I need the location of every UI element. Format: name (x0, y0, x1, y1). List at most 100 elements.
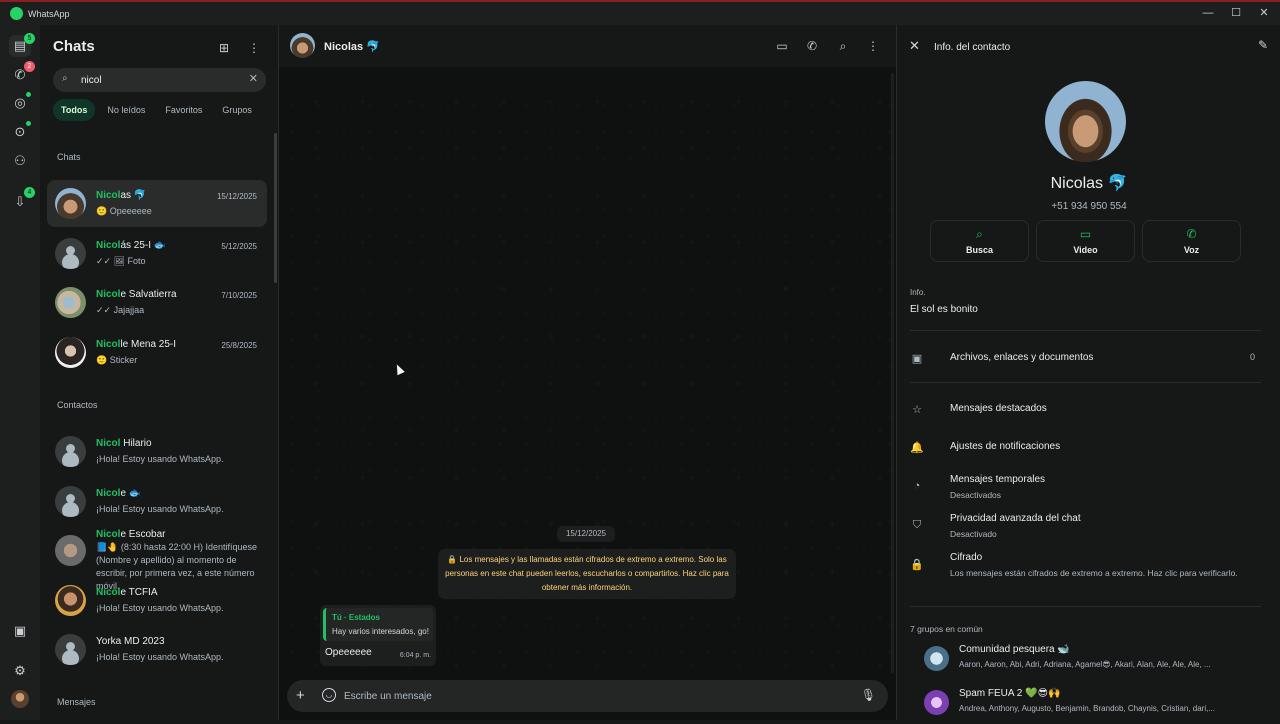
contact-row[interactable]: Nicole Escobar 📘🤚 (8:30 hasta 22:00 H) I… (47, 523, 267, 591)
search-icon: ⌕ (62, 73, 68, 84)
emoji-icon[interactable]: ◡ (322, 688, 336, 702)
avatar (55, 486, 86, 517)
message-bubble[interactable]: Tú · Estados Hay varios interesados, go!… (320, 605, 436, 666)
about-text: El sol es bonito (910, 304, 978, 315)
filter-unread[interactable]: No leídos (99, 99, 153, 121)
contact-about: ¡Hola! Estoy usando WhatsApp. (96, 652, 224, 662)
microphone-icon[interactable]: 🎙 (861, 688, 876, 702)
chat-row[interactable]: Nicolás 25-I 🐟 5/12/2025 ✓✓ 🖼 Foto (47, 230, 267, 277)
conversation-pane: Nicolas 🐬 ▭ ✆ ⌕ ⋮ 15/12/2025 🔒 Los mensa… (279, 25, 896, 720)
attach-plus-icon[interactable]: + (296, 687, 305, 705)
maximize-button[interactable]: ☐ (1222, 5, 1250, 21)
message-composer: + ◡ 🎙 (287, 680, 888, 712)
date-separator: 15/12/2025 (557, 526, 615, 542)
chat-list-scrollbar[interactable] (274, 133, 277, 283)
chat-preview: 🙂 Sticker (96, 355, 138, 365)
settings-gear-icon[interactable]: ⚙ (9, 660, 31, 682)
avatar (55, 585, 86, 616)
quoted-status[interactable]: Tú · Estados Hay varios interesados, go! (323, 608, 433, 641)
notifications-label: Ajustes de notificaciones (950, 441, 1061, 452)
status-dot (26, 92, 31, 97)
filter-groups[interactable]: Grupos (214, 99, 260, 121)
avatar (55, 634, 86, 665)
avatar (55, 436, 86, 467)
contact-row[interactable]: Nicole TCFIA ¡Hola! Estoy usando WhatsAp… (47, 577, 267, 624)
notification-settings-row[interactable]: 🔔 Ajustes de notificaciones (910, 441, 1261, 457)
chat-date: 7/10/2025 (221, 291, 257, 300)
search-button[interactable]: ⌕ Busca (930, 220, 1029, 262)
contact-row[interactable]: Nicole 🐟 ¡Hola! Estoy usando WhatsApp. (47, 478, 267, 525)
files-count: 0 (1249, 352, 1255, 362)
divider (910, 330, 1261, 331)
filter-chips: Todos No leídos Favoritos Grupos (53, 99, 260, 121)
avatar (55, 238, 86, 269)
clear-search-icon[interactable]: ✕ (249, 72, 258, 85)
filter-all[interactable]: Todos (53, 99, 96, 121)
contact-about: ¡Hola! Estoy usando WhatsApp. (96, 454, 224, 464)
search-icon: ⌕ (976, 227, 983, 241)
contact-about: ¡Hola! Estoy usando WhatsApp. (96, 603, 224, 613)
media-icon[interactable]: ▣ (9, 620, 31, 642)
conversation-title[interactable]: Nicolas 🐬 (324, 40, 380, 53)
contact-row[interactable]: Nicol Hilario ¡Hola! Estoy usando WhatsA… (47, 428, 267, 475)
profile-avatar[interactable] (11, 690, 29, 708)
advanced-privacy-row[interactable]: ⛉ Privacidad avanzada del chat Desactiva… (910, 513, 1261, 543)
files-label: Archivos, enlaces y documentos (950, 352, 1094, 363)
avatar[interactable] (290, 33, 315, 58)
chat-name: Nicole Salvatierra (96, 289, 177, 300)
search-button-label: Busca (965, 245, 993, 255)
timer-icon: ◔ (913, 480, 921, 492)
contact-row[interactable]: Yorka MD 2023 ¡Hola! Estoy usando WhatsA… (47, 626, 267, 673)
menu-kebab-icon[interactable]: ⋮ (864, 37, 882, 55)
starred-messages-row[interactable]: ☆ Mensajes destacados (910, 403, 1261, 419)
minimize-button[interactable]: — (1194, 5, 1222, 21)
chat-row[interactable]: Nicole Salvatierra 7/10/2025 ✓✓ Jajajjaa (47, 279, 267, 326)
bell-icon: 🔔 (910, 442, 924, 454)
avatar (55, 188, 86, 219)
quote-author: Tú · Estados (332, 613, 381, 622)
quote-text: Hay varios interesados, go! (332, 627, 429, 636)
conversation-scrollbar[interactable] (891, 73, 894, 673)
temp-label: Mensajes temporales (950, 474, 1046, 485)
message-time: 6:04 p. m. (399, 652, 431, 659)
filter-favorites[interactable]: Favoritos (157, 99, 210, 121)
chat-row[interactable]: Nicolas 🐬 15/12/2025 🙂 Opeeeeee (47, 180, 267, 227)
common-group-row[interactable]: Comunidad pesquera 🐋 Aaron, Aaron, Abi, … (924, 644, 1244, 680)
channels-dot (26, 121, 31, 126)
message-input[interactable] (344, 688, 794, 704)
contact-name: Yorka MD 2023 (96, 636, 165, 647)
chat-date: 25/8/2025 (221, 341, 257, 350)
search-input[interactable] (81, 72, 231, 88)
voice-button[interactable]: ✆ Voz (1142, 220, 1241, 262)
close-info-icon[interactable]: ✕ (909, 38, 920, 54)
disappearing-messages-row[interactable]: ◔ Mensajes temporales Desactivados (910, 474, 1261, 504)
conversation-header[interactable]: Nicolas 🐬 ▭ ✆ ⌕ ⋮ (279, 25, 896, 67)
communities-icon[interactable]: ⚇ (9, 150, 31, 172)
menu-kebab-icon[interactable]: ⋮ (245, 39, 263, 57)
avatar (55, 535, 86, 566)
chat-list-panel: Chats ⊞ ⋮ ⌕ ✕ Todos No leídos Favoritos … (40, 25, 279, 720)
video-call-icon[interactable]: ▭ (773, 37, 791, 55)
search-icon[interactable]: ⌕ (834, 37, 852, 55)
encryption-notice[interactable]: 🔒 Los mensajes y las llamadas están cifr… (438, 549, 736, 599)
shield-icon: ⛉ (912, 519, 922, 531)
edit-pencil-icon[interactable]: ✎ (1258, 38, 1268, 52)
contact-about: ¡Hola! Estoy usando WhatsApp. (96, 504, 224, 514)
video-button[interactable]: ▭ Video (1036, 220, 1135, 262)
lock-icon: 🔒 (910, 559, 924, 571)
group-name: Spam FEUA 2 💚😎🙌 (959, 688, 1061, 699)
contact-avatar[interactable] (1045, 81, 1126, 162)
chat-row[interactable]: Nicolle Mena 25-I 25/8/2025 🙂 Sticker (47, 329, 267, 376)
common-group-row[interactable]: Spam FEUA 2 💚😎🙌 Andrea, Anthony, Augusto… (924, 688, 1244, 724)
chat-preview: ✓✓ Jajajjaa (96, 305, 145, 315)
voice-call-icon[interactable]: ✆ (803, 37, 821, 55)
about-label: Info. (910, 288, 926, 297)
downloads-badge: 4 (24, 187, 35, 198)
files-links-docs-row[interactable]: ▣ Archivos, enlaces y documentos 0 (910, 352, 1261, 368)
chat-preview: 🙂 Opeeeeee (96, 206, 152, 216)
new-chat-icon[interactable]: ⊞ (215, 39, 233, 57)
encryption-row[interactable]: 🔒 Cifrado Los mensajes están cifrados de… (910, 552, 1261, 592)
group-members: Andrea, Anthony, Augusto, Benjamin, Bran… (959, 704, 1215, 713)
chat-name: Nicolás 25-I 🐟 (96, 240, 167, 251)
close-window-button[interactable]: ✕ (1250, 5, 1278, 21)
